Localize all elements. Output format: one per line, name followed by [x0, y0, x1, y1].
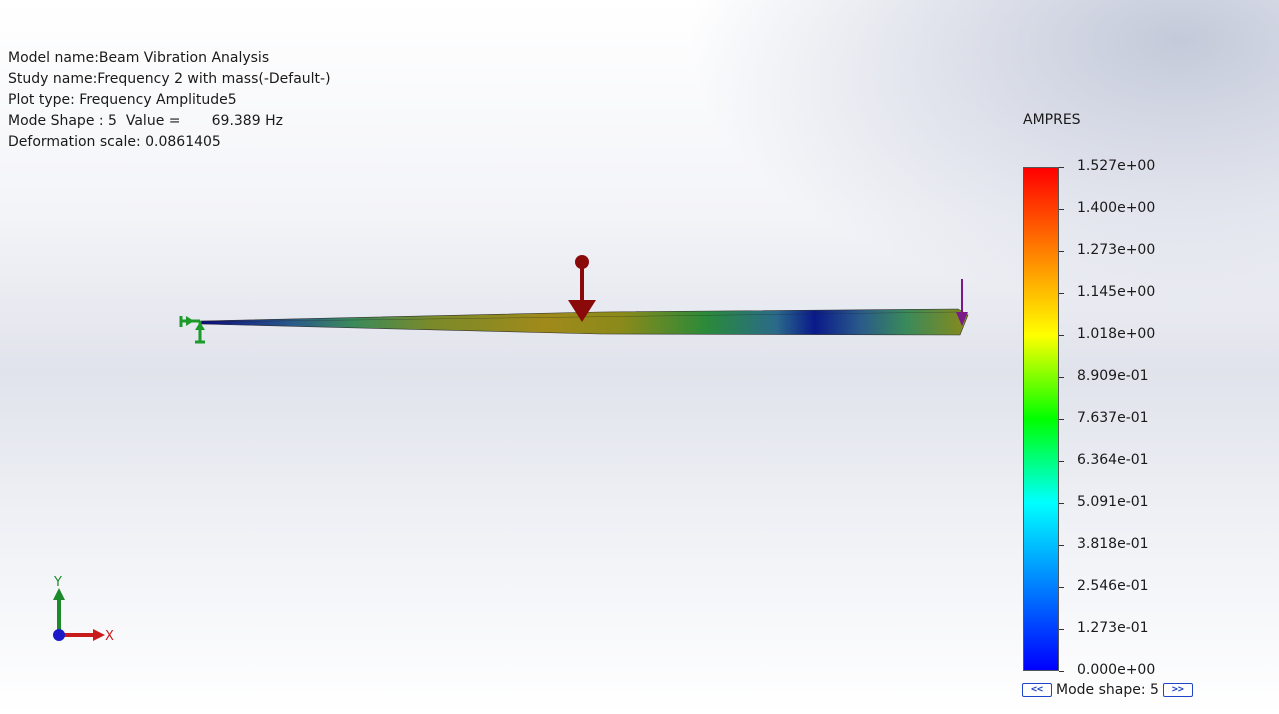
legend-tick-mark [1059, 335, 1064, 336]
legend-tick-mark [1059, 209, 1064, 210]
next-mode-button[interactable]: >> [1162, 683, 1193, 697]
legend-tick-mark [1059, 167, 1064, 168]
legend-tick-mark [1059, 503, 1064, 504]
mode-shape-label: Mode shape: 5 [1056, 682, 1159, 698]
legend-tick-label: 1.400e+00 [1077, 200, 1156, 216]
legend-tick-label: 1.145e+00 [1077, 284, 1156, 300]
legend-tick-label: 3.818e-01 [1077, 536, 1149, 552]
legend-tick-label: 8.909e-01 [1077, 368, 1149, 384]
legend-tick-label: 0.000e+00 [1077, 662, 1156, 678]
legend-tick-label: 1.018e+00 [1077, 326, 1156, 342]
triad-x-label: X [105, 629, 114, 644]
legend-title: AMPRES [1023, 112, 1081, 128]
legend-tick-mark [1059, 377, 1064, 378]
coordinate-triad-icon: Y X [53, 575, 114, 644]
legend-tick-mark [1059, 293, 1064, 294]
mode-shape-navigator: << Mode shape: 5 >> [1022, 682, 1193, 698]
color-bar [1023, 167, 1059, 671]
legend-tick-label: 1.273e-01 [1077, 620, 1149, 636]
previous-mode-button[interactable]: << [1022, 683, 1052, 697]
legend-tick-mark [1059, 671, 1064, 672]
legend-tick-mark [1059, 419, 1064, 420]
legend-tick-label: 6.364e-01 [1077, 452, 1149, 468]
legend-tick-label: 7.637e-01 [1077, 410, 1149, 426]
legend-tick-mark [1059, 629, 1064, 630]
legend-tick-label: 1.273e+00 [1077, 242, 1156, 258]
legend-tick-label: 2.546e-01 [1077, 578, 1149, 594]
legend-tick-label: 5.091e-01 [1077, 494, 1149, 510]
legend-tick-label: 1.527e+00 [1077, 158, 1156, 174]
legend-tick-mark [1059, 251, 1064, 252]
legend-tick-mark [1059, 545, 1064, 546]
legend-tick-mark [1059, 461, 1064, 462]
graphics-viewport[interactable] [0, 0, 1279, 714]
legend-tick-mark [1059, 587, 1064, 588]
triad-y-label: Y [53, 575, 62, 590]
fixed-support-icon[interactable] [179, 316, 205, 344]
